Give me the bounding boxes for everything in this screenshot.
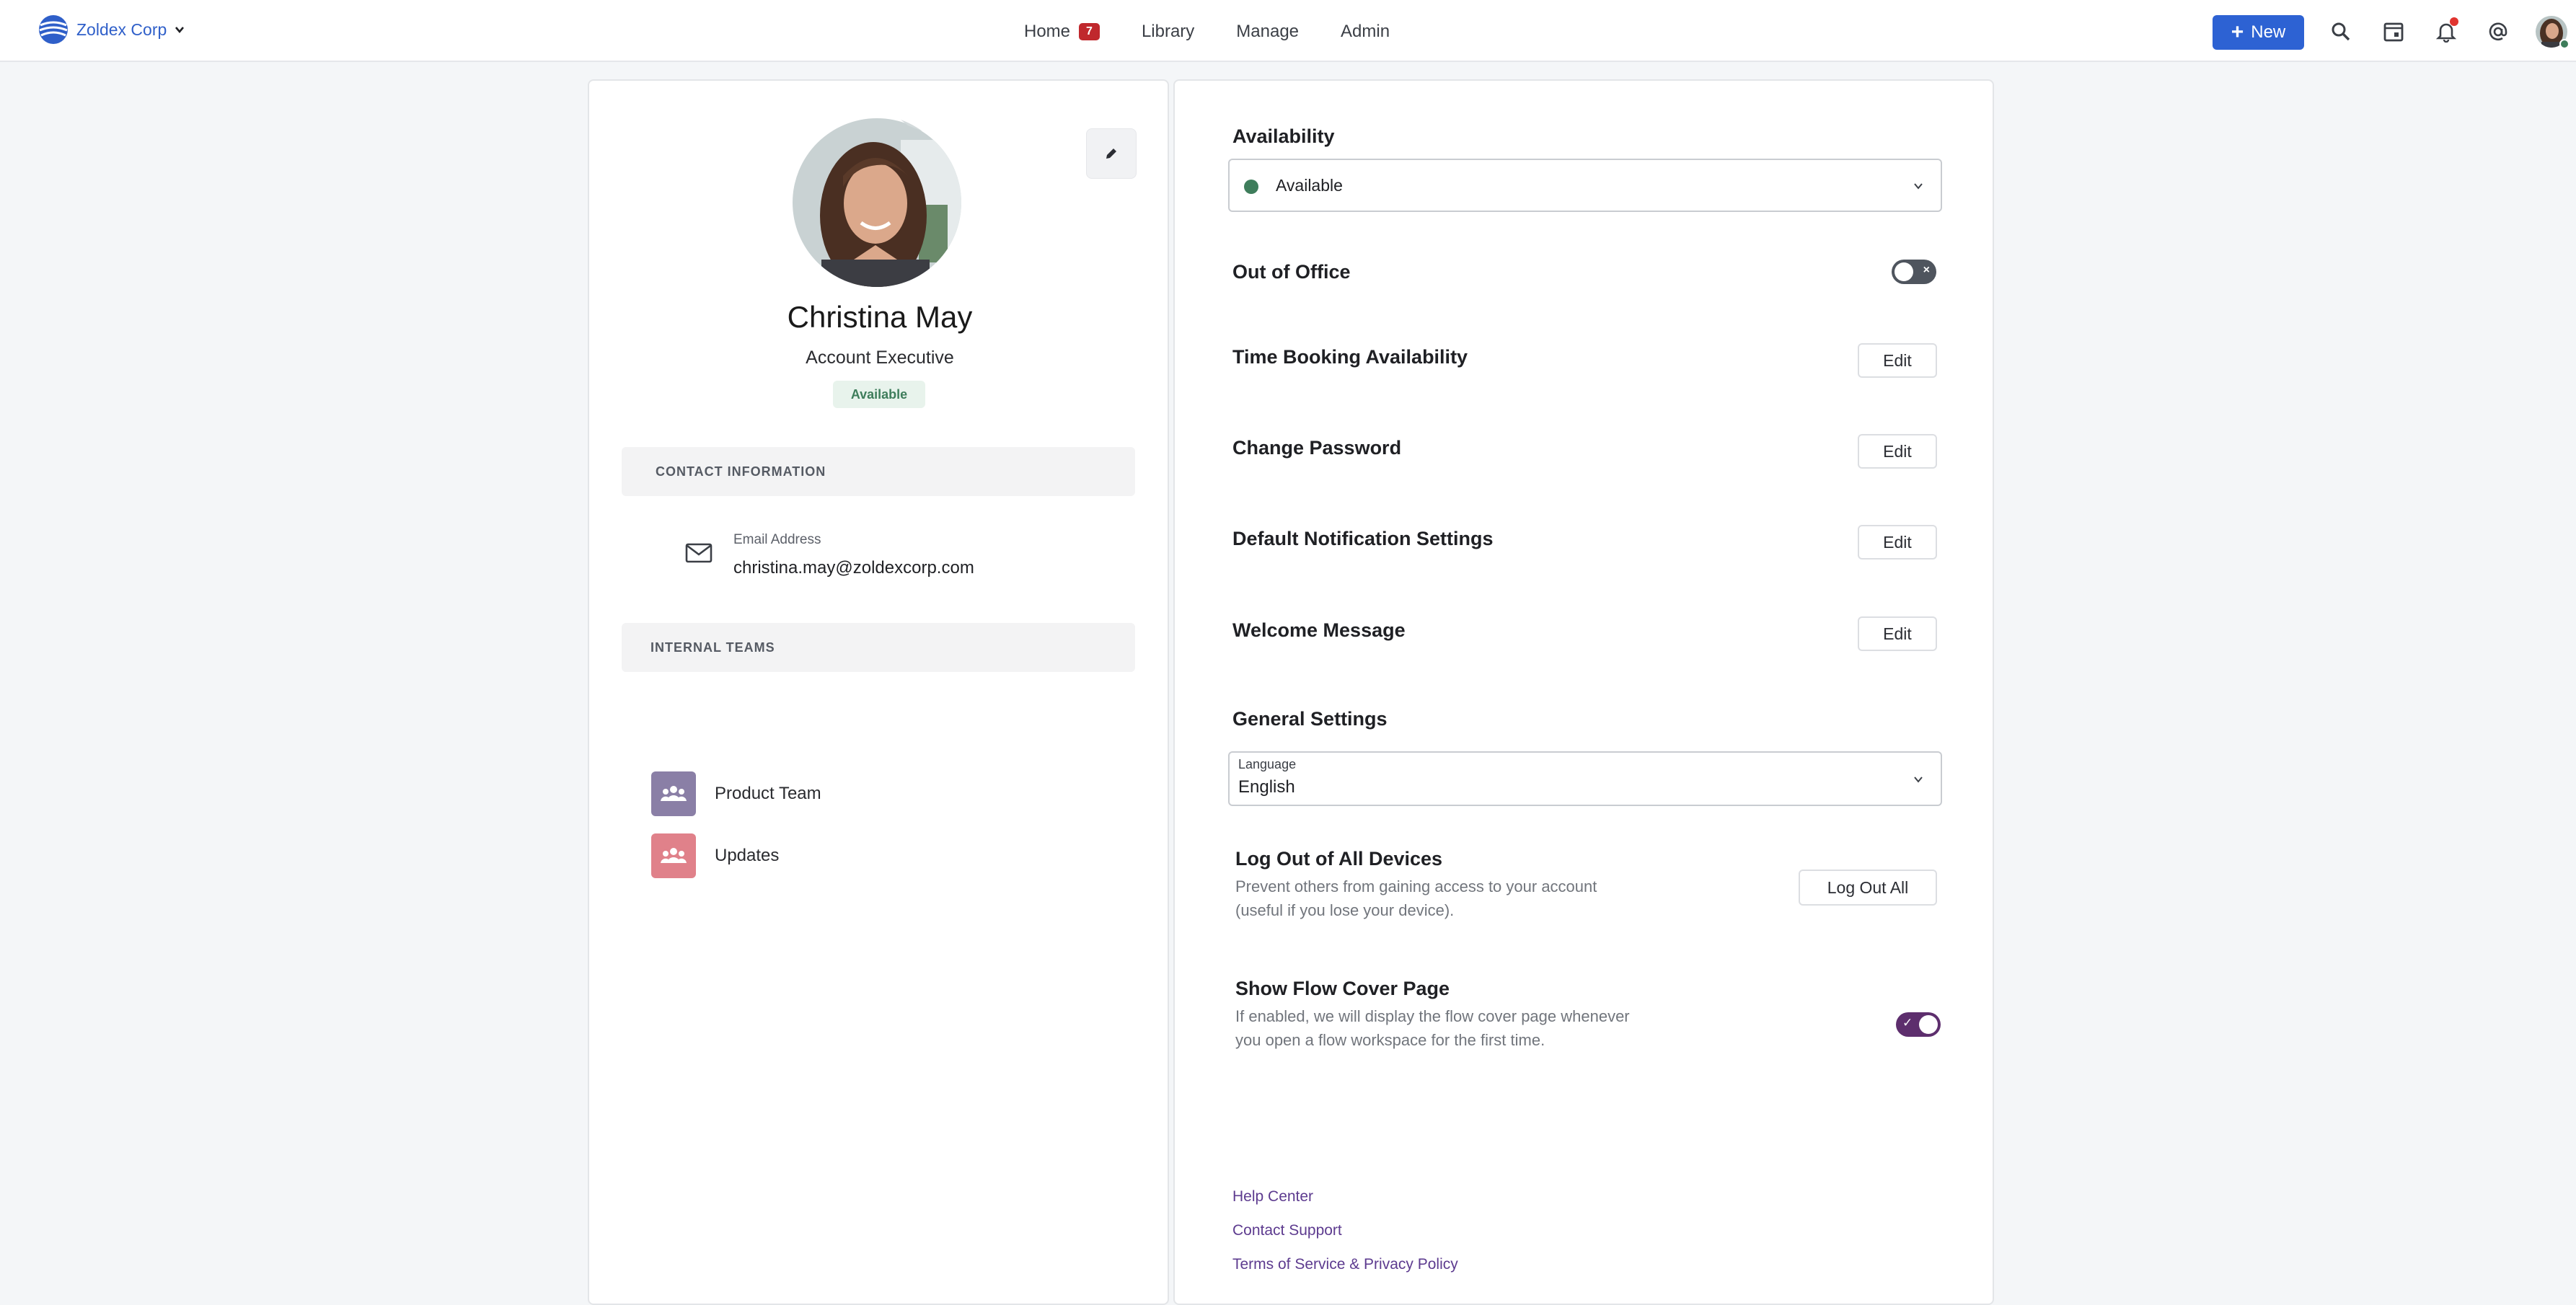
settings-card: Availability Available Out of Office × T…	[1173, 79, 1994, 1305]
home-count-badge: 7	[1079, 23, 1100, 40]
nav-library[interactable]: Library	[1142, 22, 1194, 42]
flow-cover-toggle[interactable]: ✓	[1896, 1012, 1941, 1037]
language-select[interactable]: Language English	[1228, 751, 1942, 806]
status-badge: Available	[833, 381, 925, 408]
available-status-dot	[1244, 180, 1258, 194]
search-icon[interactable]	[2326, 17, 2355, 46]
logout-all-title: Log Out of All Devices	[1235, 848, 1443, 870]
log-out-all-button[interactable]: Log Out All	[1799, 870, 1937, 906]
new-button[interactable]: + New	[2213, 15, 2304, 50]
flow-cover-title: Show Flow Cover Page	[1235, 978, 1450, 999]
top-navigation-bar: Zoldex Corp Home 7 Library Manage Admin …	[0, 0, 2576, 62]
language-value: English	[1238, 777, 1295, 797]
nav-home-label: Home	[1024, 22, 1071, 41]
profile-name: Christina May	[787, 300, 973, 334]
team-label: Updates	[715, 846, 780, 865]
availability-value: Available	[1276, 176, 1343, 195]
close-icon: ×	[1923, 264, 1930, 276]
notification-settings-label: Default Notification Settings	[1232, 528, 1494, 549]
main-nav: Home 7 Library Manage Admin	[1024, 16, 1432, 48]
nav-manage-label: Manage	[1236, 22, 1300, 41]
pencil-icon	[1106, 149, 1116, 159]
welcome-message-label: Welcome Message	[1232, 619, 1406, 641]
toggle-knob	[1894, 262, 1913, 281]
calendar-icon[interactable]	[2379, 17, 2408, 46]
at-icon[interactable]	[2484, 17, 2513, 46]
contact-information-heading: CONTACT INFORMATION	[622, 447, 1135, 496]
chevron-down-icon	[1914, 183, 1923, 190]
time-booking-edit-button[interactable]: Edit	[1858, 343, 1937, 378]
nav-library-label: Library	[1141, 22, 1195, 41]
notification-dot	[2450, 17, 2458, 26]
chevron-down-icon	[175, 27, 185, 34]
nav-home[interactable]: Home 7	[1024, 22, 1100, 42]
checkmark-icon: ✓	[1902, 1016, 1913, 1030]
email-address[interactable]: christina.may@zoldexcorp.com	[733, 558, 974, 578]
team-item-updates[interactable]: Updates	[651, 833, 779, 879]
email-label: Email Address	[733, 532, 821, 547]
language-label: Language	[1238, 757, 1297, 771]
terms-privacy-link[interactable]: Terms of Service & Privacy Policy	[1232, 1256, 1458, 1273]
org-name: Zoldex Corp	[76, 19, 167, 39]
mail-icon	[685, 543, 713, 563]
welcome-message-edit-button[interactable]: Edit	[1858, 616, 1937, 651]
profile-job-title: Account Executive	[806, 348, 954, 368]
general-settings-heading: General Settings	[1232, 708, 1388, 730]
availability-select[interactable]: Available	[1228, 159, 1942, 212]
nav-admin[interactable]: Admin	[1341, 22, 1390, 42]
out-of-office-toggle[interactable]: ×	[1892, 260, 1936, 284]
nav-admin-label: Admin	[1341, 22, 1390, 41]
zoldex-logo-icon	[39, 15, 68, 44]
chevron-down-icon	[1914, 777, 1923, 783]
team-label: Product Team	[715, 784, 821, 803]
help-center-link[interactable]: Help Center	[1232, 1188, 1313, 1206]
presence-dot	[2559, 39, 2570, 49]
notification-settings-edit-button[interactable]: Edit	[1858, 525, 1937, 559]
plus-icon: +	[2231, 20, 2244, 44]
bell-icon[interactable]	[2432, 17, 2461, 46]
logout-all-description: Prevent others from gaining access to yo…	[1235, 877, 1597, 919]
edit-profile-button[interactable]	[1086, 128, 1137, 179]
team-item-product-team[interactable]: Product Team	[651, 771, 821, 817]
new-button-label: New	[2251, 22, 2286, 42]
change-password-label: Change Password	[1232, 437, 1402, 459]
profile-photo	[793, 118, 961, 287]
team-group-icon	[651, 833, 696, 878]
nav-manage[interactable]: Manage	[1236, 22, 1299, 42]
out-of-office-label: Out of Office	[1232, 261, 1351, 283]
internal-teams-heading: INTERNAL TEAMS	[622, 623, 1135, 672]
availability-heading: Availability	[1232, 125, 1335, 147]
org-switcher[interactable]: Zoldex Corp	[38, 13, 185, 46]
team-group-icon	[651, 771, 696, 816]
time-booking-label: Time Booking Availability	[1232, 346, 1468, 368]
flow-cover-description: If enabled, we will display the flow cov…	[1235, 1007, 1630, 1049]
contact-support-link[interactable]: Contact Support	[1232, 1222, 1342, 1239]
change-password-edit-button[interactable]: Edit	[1858, 434, 1937, 469]
profile-card: Christina May Account Executive Availabl…	[588, 79, 1169, 1305]
toggle-knob	[1919, 1015, 1938, 1034]
user-avatar[interactable]	[2536, 16, 2570, 49]
